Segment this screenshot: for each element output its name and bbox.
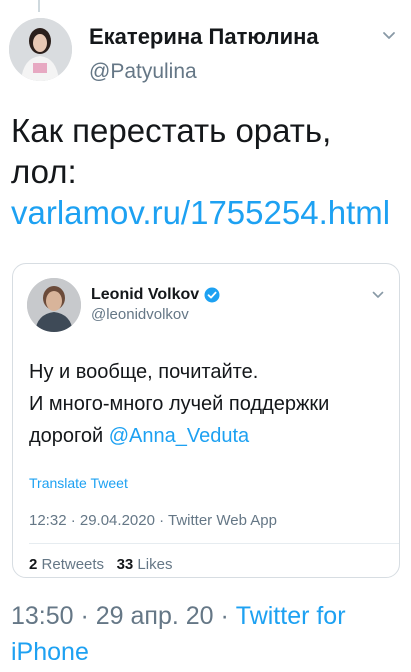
quoted-chevron-down-icon[interactable] xyxy=(371,288,385,302)
quoted-author-handle[interactable]: @leonidvolkov xyxy=(91,306,189,323)
quoted-text-fragment: дорогой xyxy=(29,425,109,447)
quoted-text-line: Ну и вообще, почитайте. xyxy=(29,361,259,383)
quoted-tweet-meta: 12:32 · 29.04.2020 · Twitter Web App xyxy=(29,512,277,529)
author-avatar[interactable] xyxy=(9,18,72,81)
quoted-author-avatar[interactable] xyxy=(27,278,81,332)
tweet-timestamp: 13:50 · 29 апр. 20 · xyxy=(11,602,236,630)
likes-label[interactable]: Likes xyxy=(137,556,172,573)
divider xyxy=(29,543,399,544)
translate-tweet-link[interactable]: Translate Tweet xyxy=(29,475,128,491)
quoted-avatar-photo xyxy=(27,278,81,332)
quoted-author-name-text: Leonid Volkov xyxy=(91,286,200,303)
quoted-text-line: И много-много лучей поддержки xyxy=(29,393,330,415)
chevron-down-icon[interactable] xyxy=(381,28,397,44)
quoted-author-name[interactable]: Leonid Volkov xyxy=(91,286,220,304)
tweet-link[interactable]: varlamov.ru/1755254.html xyxy=(11,194,390,231)
quoted-tweet-text: Ну и вообще, почитайте. И много-много лу… xyxy=(29,356,389,452)
avatar-photo xyxy=(9,18,72,81)
tweet-timestamp-source: 13:50 · 29 апр. 20 · Twitter for iPhone xyxy=(11,598,406,670)
thread-connector-line xyxy=(38,0,40,12)
quoted-tweet-stats: 2 Retweets 33 Likes xyxy=(29,556,172,573)
quoted-text-line: дорогой @Anna_Veduta xyxy=(29,420,389,452)
retweets-count[interactable]: 2 xyxy=(29,556,37,573)
retweets-label[interactable]: Retweets xyxy=(42,556,105,573)
author-name[interactable]: Екатерина Патюлина xyxy=(89,24,319,50)
tweet-text: Как перестать орать, лол: varlamov.ru/17… xyxy=(11,110,401,233)
likes-count[interactable]: 33 xyxy=(117,556,134,573)
mention-link[interactable]: @Anna_Veduta xyxy=(109,425,249,447)
author-handle[interactable]: @Patyulina xyxy=(89,60,197,84)
tweet-text-body: Как перестать орать, лол: xyxy=(11,112,332,190)
quoted-tweet-card[interactable]: Leonid Volkov @leonidvolkov Ну и вообще,… xyxy=(12,263,400,578)
verified-badge-icon xyxy=(204,287,220,303)
